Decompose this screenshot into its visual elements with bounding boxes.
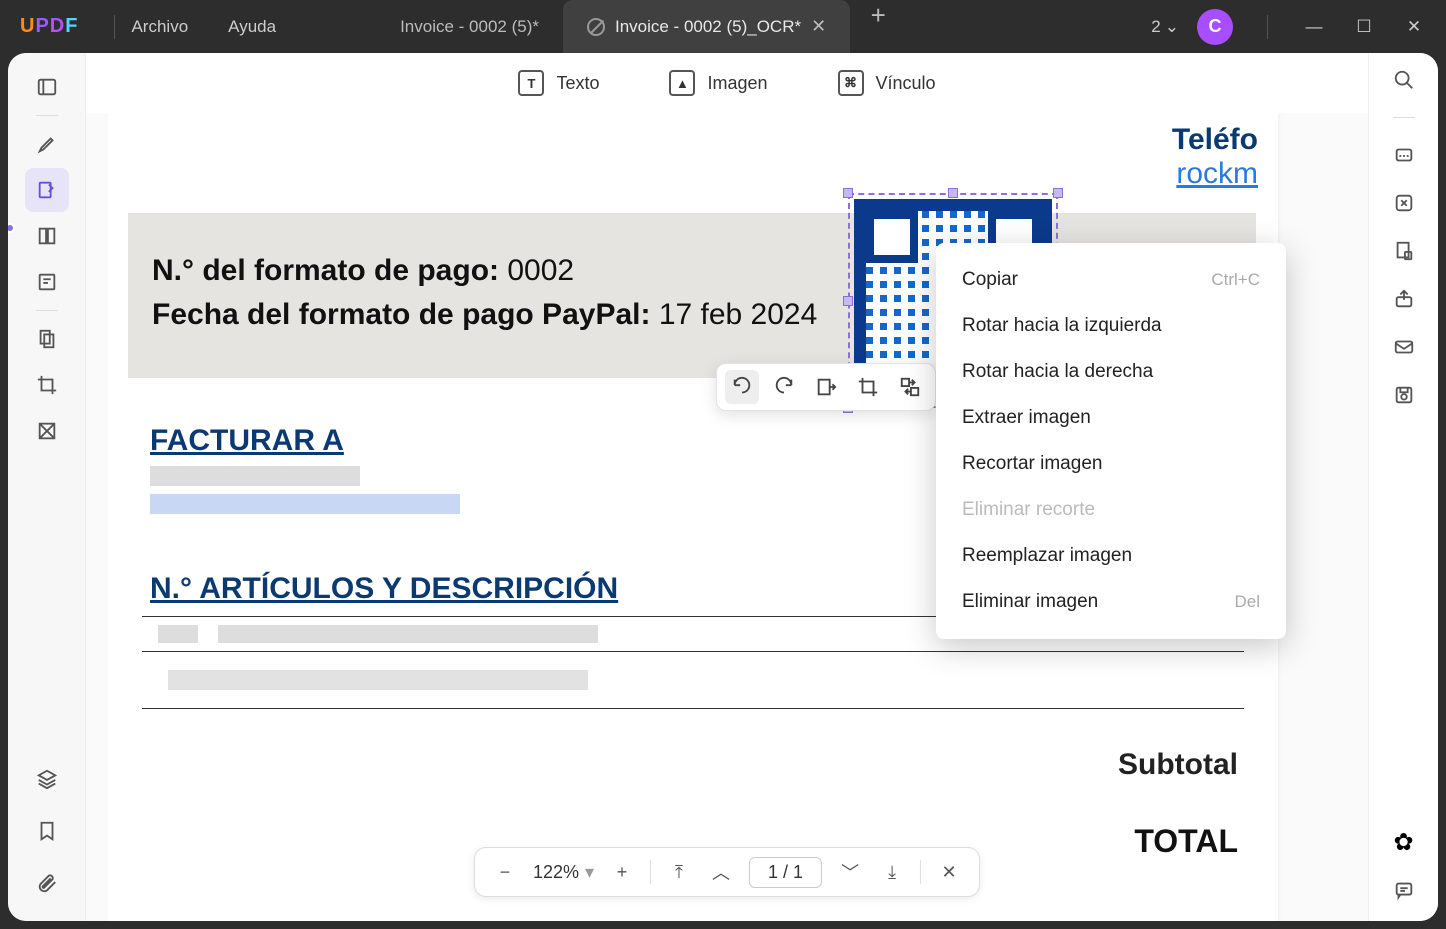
prev-page-button[interactable]: ︿ [707, 858, 735, 886]
subtotal-label: Subtotal [1118, 748, 1238, 782]
highlighter-icon[interactable] [25, 122, 69, 166]
menu-crop-image[interactable]: Recortar imagen [936, 441, 1286, 487]
telephone-label: Teléfo [1172, 123, 1258, 157]
organize-icon[interactable] [25, 317, 69, 361]
bookmark-icon[interactable] [25, 809, 69, 853]
pages-icon[interactable] [25, 214, 69, 258]
center-pane: TTexto ▲Imagen ⌘Vínculo Teléfo rockm N.°… [86, 53, 1368, 921]
separator [1393, 117, 1415, 118]
text-tool[interactable]: T Texto [518, 70, 599, 96]
menu-replace-image[interactable]: Reemplazar imagen [936, 533, 1286, 579]
tool-label: Vínculo [876, 73, 936, 94]
form-icon[interactable] [25, 260, 69, 304]
menu-extract-image[interactable]: Extraer imagen [936, 395, 1286, 441]
link-tool[interactable]: ⌘ Vínculo [838, 70, 936, 96]
tab-label: Invoice - 0002 (5)_OCR* [615, 17, 801, 37]
tab-active[interactable]: Invoice - 0002 (5)_OCR* ✕ [563, 0, 850, 53]
chevron-down-icon: ⌄ [1165, 17, 1179, 37]
extract-icon[interactable] [809, 370, 843, 404]
rotate-right-icon[interactable] [767, 370, 801, 404]
shortcut-label: Ctrl+C [1211, 270, 1260, 290]
zoom-dropdown[interactable]: 122% ▾ [533, 862, 594, 883]
image-icon: ▲ [669, 70, 695, 96]
zoom-out-button[interactable]: − [491, 858, 519, 886]
resize-handle[interactable] [843, 296, 853, 306]
close-icon[interactable]: ✕ [811, 16, 826, 37]
protect-icon[interactable] [1389, 236, 1419, 266]
new-tab-button[interactable]: + [862, 0, 894, 53]
context-menu: CopiarCtrl+C Rotar hacia la izquierda Ro… [936, 243, 1286, 639]
ocr-icon[interactable] [1389, 140, 1419, 170]
right-rail: ✿ [1368, 53, 1438, 921]
reader-icon[interactable] [25, 65, 69, 109]
doc-header-right: Teléfo rockm [1172, 123, 1258, 191]
last-page-button[interactable]: ⤓ [878, 858, 906, 886]
tool-label: Imagen [707, 73, 767, 94]
search-icon[interactable] [1389, 65, 1419, 95]
minimize-button[interactable]: — [1294, 7, 1334, 47]
left-rail [8, 53, 86, 921]
email-link[interactable]: rockm [1172, 157, 1258, 191]
link-icon: ⌘ [838, 70, 864, 96]
window-count[interactable]: 2⌄ [1151, 17, 1179, 37]
edit-icon[interactable] [25, 168, 69, 212]
separator [1267, 15, 1268, 39]
shortcut-label: Del [1234, 592, 1260, 612]
replace-icon[interactable] [893, 370, 927, 404]
resize-handle[interactable] [948, 188, 958, 198]
redacted-text [150, 466, 360, 486]
menu-copy[interactable]: CopiarCtrl+C [936, 257, 1286, 303]
crop-tool-icon[interactable] [25, 363, 69, 407]
save-icon[interactable] [1389, 380, 1419, 410]
resize-handle[interactable] [1053, 188, 1063, 198]
page-indicator[interactable]: 1 / 1 [749, 857, 822, 888]
tab-label: Invoice - 0002 (5)* [400, 17, 539, 37]
resize-handle[interactable] [843, 188, 853, 198]
image-tool[interactable]: ▲ Imagen [669, 70, 767, 96]
total-label: TOTAL [1134, 823, 1238, 860]
page-navigation: − 122% ▾ + ⤒ ︿ 1 / 1 ﹀ ⤓ ✕ [474, 847, 980, 897]
avatar[interactable]: C [1197, 9, 1233, 45]
separator [920, 860, 921, 884]
separator [36, 115, 58, 116]
menu-remove-crop: Eliminar recorte [936, 487, 1286, 533]
titlebar-right: 2⌄ C — ☐ ✕ [1151, 7, 1446, 47]
rotate-left-icon[interactable] [725, 370, 759, 404]
layers-icon[interactable] [25, 757, 69, 801]
no-edit-icon [587, 18, 605, 36]
close-button[interactable]: ✕ [1394, 7, 1434, 47]
app-body: TTexto ▲Imagen ⌘Vínculo Teléfo rockm N.°… [8, 53, 1438, 921]
tab-strip: Invoice - 0002 (5)* Invoice - 0002 (5)_O… [376, 0, 894, 53]
separator [650, 860, 651, 884]
share-icon[interactable] [1389, 284, 1419, 314]
convert-icon[interactable] [1389, 188, 1419, 218]
maximize-button[interactable]: ☐ [1344, 7, 1384, 47]
attachment-icon[interactable] [25, 861, 69, 905]
first-page-button[interactable]: ⤒ [665, 858, 693, 886]
app-logo: UPDF [20, 15, 78, 38]
menu-file[interactable]: Archivo [131, 17, 188, 37]
email-icon[interactable] [1389, 332, 1419, 362]
tool-label: Texto [556, 73, 599, 94]
separator [36, 310, 58, 311]
separator [114, 15, 115, 39]
comment-icon[interactable] [1389, 875, 1419, 905]
zoom-in-button[interactable]: + [608, 858, 636, 886]
next-page-button[interactable]: ﹀ [836, 858, 864, 886]
redact-icon[interactable] [25, 409, 69, 453]
close-nav-button[interactable]: ✕ [935, 858, 963, 886]
text-icon: T [518, 70, 544, 96]
menu-rotate-right[interactable]: Rotar hacia la derecha [936, 349, 1286, 395]
tab-inactive[interactable]: Invoice - 0002 (5)* [376, 0, 563, 53]
crop-icon[interactable] [851, 370, 885, 404]
edit-toolbar: T Texto ▲ Imagen ⌘ Vínculo [86, 53, 1368, 113]
menu-help[interactable]: Ayuda [228, 17, 276, 37]
menu-delete-image[interactable]: Eliminar imagenDel [936, 579, 1286, 625]
redacted-text-selected [150, 494, 460, 514]
titlebar: UPDF Archivo Ayuda Invoice - 0002 (5)* I… [0, 0, 1446, 53]
image-floating-toolbar [716, 363, 936, 411]
ai-assistant-icon[interactable]: ✿ [1393, 828, 1413, 857]
chevron-down-icon: ▾ [585, 862, 594, 883]
menu-rotate-left[interactable]: Rotar hacia la izquierda [936, 303, 1286, 349]
